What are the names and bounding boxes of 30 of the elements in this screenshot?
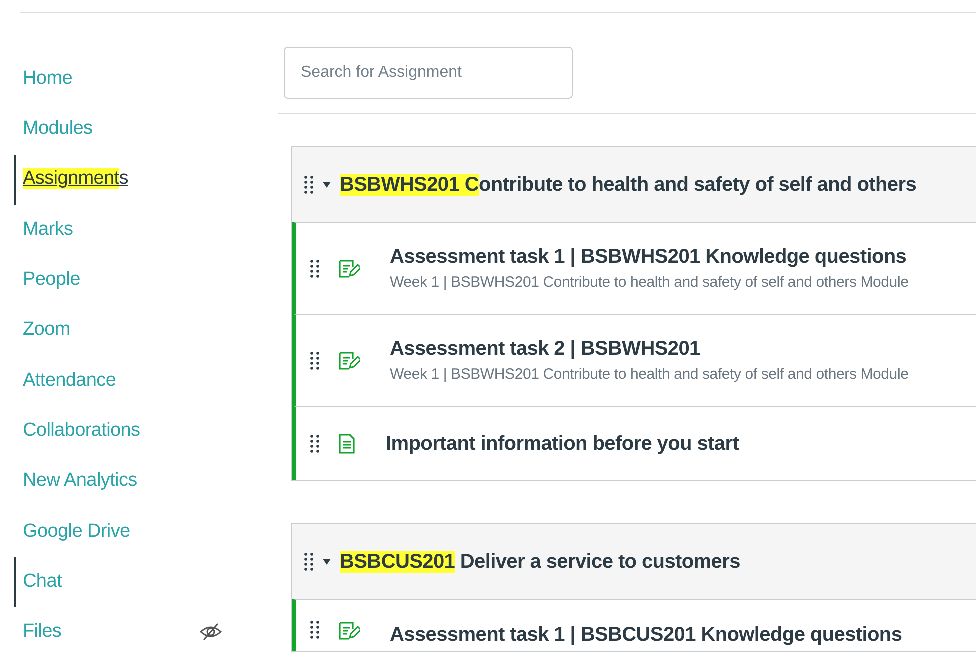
sidebar-link[interactable]: Collaborations xyxy=(23,416,140,446)
sidebar-link[interactable]: Zoom xyxy=(23,316,70,345)
item-subtitle: Week 1 | BSBWHS201 Contribute to health and safety of self and others Module xyxy=(390,273,909,294)
item-title[interactable]: Important information before you start xyxy=(386,428,740,458)
drag-handle-icon[interactable] xyxy=(310,350,320,370)
sidebar-link[interactable]: Marks xyxy=(23,216,74,244)
search-field[interactable]: Search for Assignment xyxy=(284,47,573,99)
caret-down-icon[interactable] xyxy=(322,180,332,188)
assignment-icon xyxy=(338,258,360,280)
drag-handle-icon[interactable] xyxy=(304,552,314,572)
caret-down-icon[interactable] xyxy=(322,558,332,566)
sidebar-link[interactable]: Modules xyxy=(23,115,93,144)
sidebar-link[interactable]: Files xyxy=(23,618,62,647)
sidebar-link[interactable]: People xyxy=(23,266,80,295)
drag-handle-icon[interactable] xyxy=(310,434,320,454)
item-subtitle: Week 1 | BSBWHS201 Contribute to health and safety of self and others Module xyxy=(390,365,909,386)
sidebar-link[interactable]: New Analytics xyxy=(23,467,138,496)
sidebar-link[interactable]: Attendance xyxy=(23,366,116,396)
drag-handle-icon[interactable] xyxy=(310,258,320,278)
assignment-icon xyxy=(338,620,360,642)
sidebar-link[interactable]: Chat xyxy=(23,568,62,596)
assignment-icon xyxy=(338,350,360,372)
item-title[interactable]: Assessment task 1 | BSBCUS201 Knowledge questions xyxy=(390,620,902,650)
drag-handle-icon[interactable] xyxy=(310,620,320,640)
item-title[interactable]: Assessment task 1 | BSBWHS201 Knowledge questions xyxy=(390,242,909,272)
sidebar-link[interactable]: Google Drive xyxy=(23,518,130,546)
sidebar-link[interactable]: Home xyxy=(23,64,72,94)
item-title[interactable]: Assessment task 2 | BSBWHS201 xyxy=(390,334,909,364)
drag-handle-icon[interactable] xyxy=(304,174,314,194)
page-icon xyxy=(338,432,356,454)
